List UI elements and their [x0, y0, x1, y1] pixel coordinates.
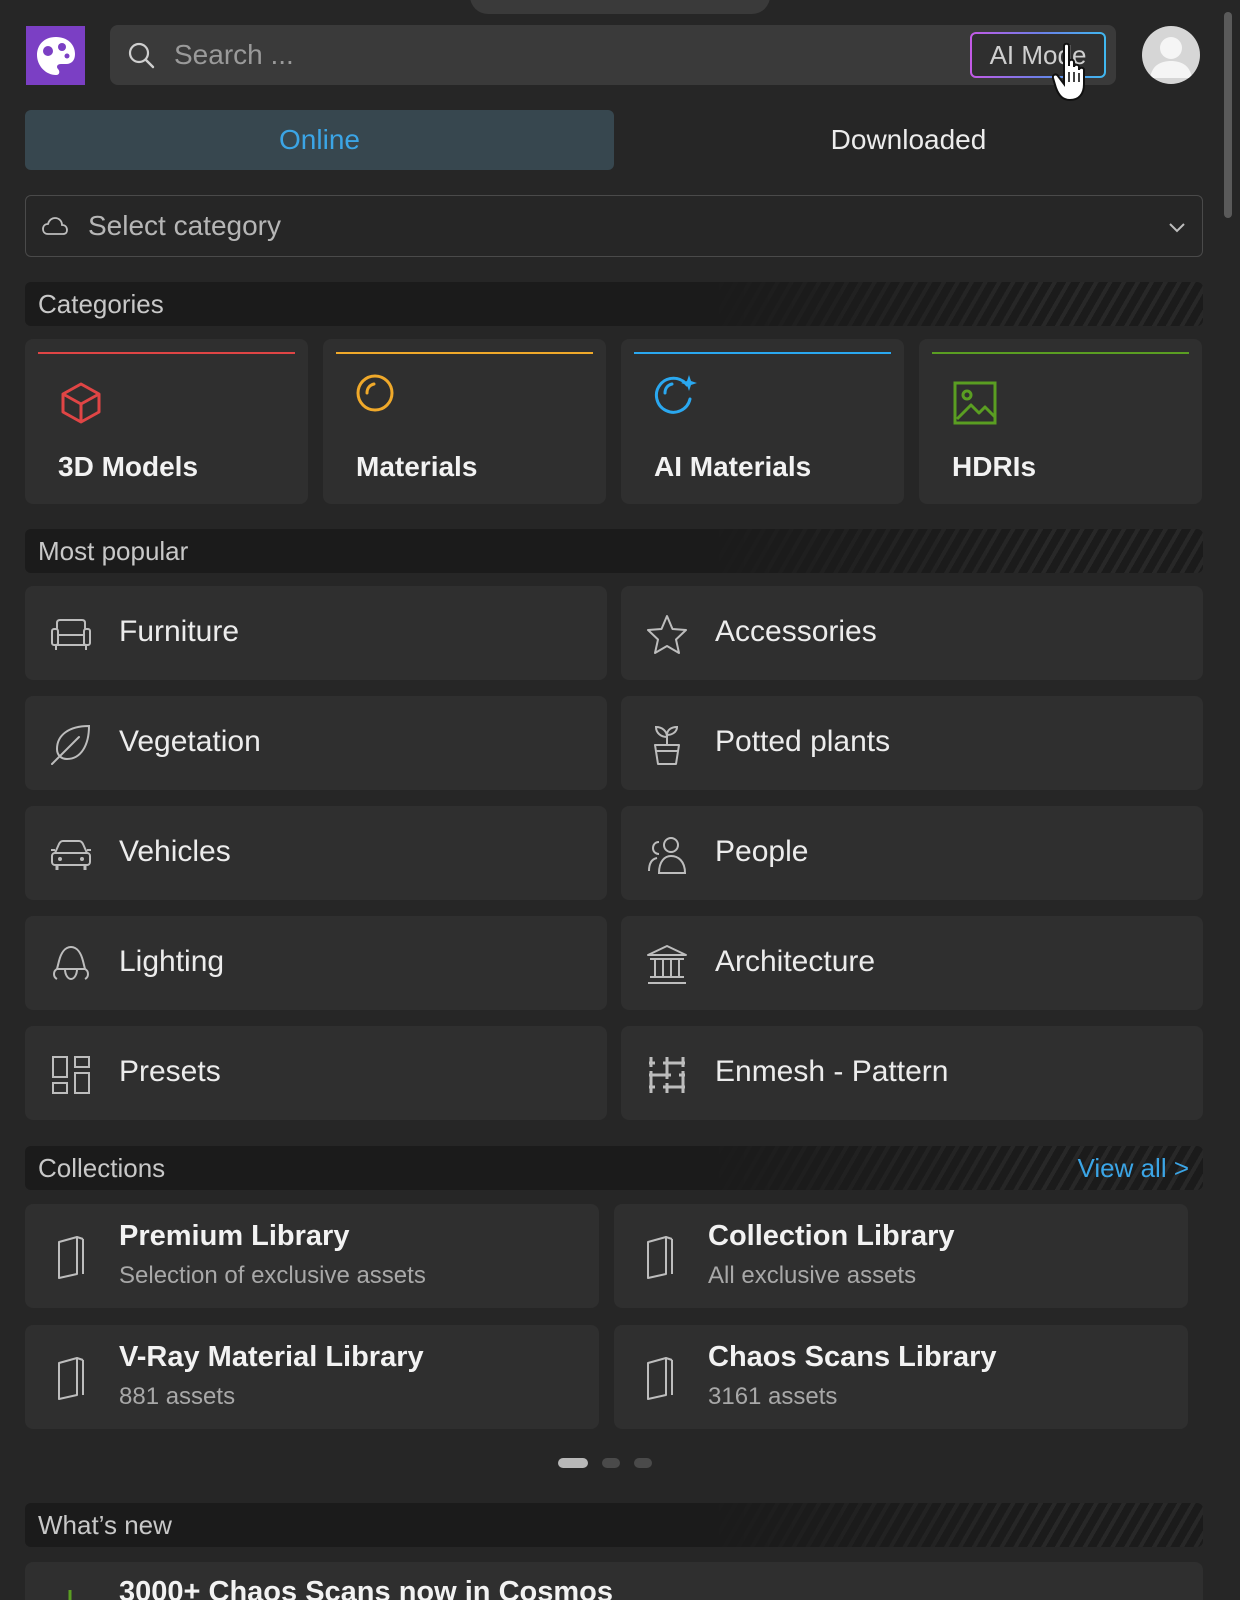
collection-title: Collection Library	[708, 1220, 955, 1252]
image-icon	[953, 381, 997, 425]
palette-logo-icon	[36, 36, 75, 75]
collection-subtitle: Selection of exclusive assets	[119, 1262, 426, 1289]
popular-item-label: Accessories	[715, 615, 877, 648]
search-bar: AI Mode	[110, 25, 1116, 85]
pattern-icon	[649, 1057, 685, 1093]
popular-item-label: Furniture	[119, 615, 240, 648]
book-icon	[58, 1357, 84, 1400]
whats-new-header: What’s new	[25, 1503, 1203, 1547]
book-icon	[647, 1236, 673, 1279]
potted-plant-icon	[654, 725, 680, 765]
collection-card-collection-library[interactable]: Collection Library All exclusive assets	[614, 1204, 1188, 1308]
collection-card-chaos-scans-library[interactable]: Chaos Scans Library 3161 assets	[614, 1325, 1188, 1429]
user-avatar[interactable]	[1142, 26, 1200, 84]
source-tabs: Online Downloaded	[25, 110, 1203, 170]
most-popular-title: Most popular	[38, 536, 189, 566]
category-card-hdris[interactable]: HDRIs	[919, 339, 1202, 504]
popular-item-label: Architecture	[715, 945, 876, 978]
news-item-title: 3000+ Chaos Scans now in Cosmos	[119, 1576, 613, 1600]
popular-item-label: Vegetation	[119, 725, 261, 758]
popular-item-label: People	[715, 835, 809, 868]
popular-item-label: Potted plants	[715, 725, 891, 758]
collection-title: V-Ray Material Library	[119, 1341, 424, 1373]
tab-online[interactable]: Online	[25, 110, 614, 170]
building-icon	[647, 945, 687, 984]
cosmos-logo[interactable]	[26, 26, 85, 85]
collection-subtitle: 3161 assets	[708, 1383, 838, 1410]
category-label: 3D Models	[58, 451, 199, 482]
layout-icon	[52, 1056, 90, 1094]
category-select[interactable]: Select category	[25, 195, 1203, 257]
book-icon	[647, 1357, 673, 1400]
news-item[interactable]: 3000+ Chaos Scans now in Cosmos	[25, 1562, 1203, 1600]
pagination-dot-3[interactable]	[634, 1458, 652, 1468]
popular-item-architecture[interactable]: Architecture	[621, 916, 1203, 1010]
popular-item-potted-plants[interactable]: Potted plants	[621, 696, 1203, 790]
most-popular-header: Most popular	[25, 529, 1203, 573]
lamp-icon	[53, 945, 89, 981]
popular-item-label: Vehicles	[119, 835, 231, 868]
cloud-icon	[42, 217, 68, 235]
categories-header: Categories	[25, 282, 1203, 326]
category-accent-line	[336, 352, 593, 354]
popular-item-accessories[interactable]: Accessories	[621, 586, 1203, 680]
collection-subtitle: 881 assets	[119, 1383, 236, 1410]
people-icon	[648, 837, 687, 874]
scrollbar[interactable]	[1216, 0, 1240, 1600]
category-accent-line	[932, 352, 1189, 354]
collection-card-vray-material-library[interactable]: V-Ray Material Library 881 assets	[25, 1325, 599, 1429]
category-card-ai-materials[interactable]: AI Materials	[621, 339, 904, 504]
star-icon	[647, 615, 687, 654]
category-label: Materials	[356, 451, 478, 482]
cube-icon	[61, 382, 101, 424]
popular-item-presets[interactable]: Presets	[25, 1026, 607, 1120]
car-icon	[51, 840, 91, 870]
popular-item-label: Enmesh - Pattern	[715, 1055, 949, 1088]
popular-item-lighting[interactable]: Lighting	[25, 916, 607, 1010]
popular-item-people[interactable]: People	[621, 806, 1203, 900]
category-card-3d-models[interactable]: 3D Models	[25, 339, 308, 504]
collection-subtitle: All exclusive assets	[708, 1262, 917, 1289]
tab-downloaded[interactable]: Downloaded	[614, 110, 1203, 170]
user-icon	[1150, 37, 1192, 78]
category-label: HDRIs	[952, 451, 1037, 482]
pagination-dot-2[interactable]	[602, 1458, 620, 1468]
category-select-label: Select category	[88, 210, 281, 241]
collection-title: Premium Library	[119, 1220, 350, 1252]
ai-sparkle-icon	[654, 375, 697, 414]
popular-item-vehicles[interactable]: Vehicles	[25, 806, 607, 900]
collection-title: Chaos Scans Library	[708, 1341, 997, 1373]
popular-item-furniture[interactable]: Furniture	[25, 586, 607, 680]
category-accent-line	[38, 352, 295, 354]
popular-item-label: Lighting	[119, 945, 225, 978]
popular-item-vegetation[interactable]: Vegetation	[25, 696, 607, 790]
category-card-materials[interactable]: Materials	[323, 339, 606, 504]
popular-item-label: Presets	[119, 1055, 221, 1088]
search-icon	[128, 42, 155, 69]
material-sphere-icon	[356, 374, 394, 412]
top-drag-tab	[470, 0, 770, 14]
hand-cursor-icon	[1052, 42, 1085, 102]
categories-title: Categories	[38, 289, 164, 319]
news-sparkle-icon	[68, 1590, 72, 1600]
leaf-icon	[51, 724, 91, 765]
collection-card-premium-library[interactable]: Premium Library Selection of exclusive a…	[25, 1204, 599, 1308]
search-input[interactable]	[174, 25, 934, 85]
collections-pagination	[558, 1458, 652, 1468]
chevron-down-icon	[1169, 223, 1185, 233]
sofa-icon	[51, 619, 91, 650]
popular-item-enmesh-pattern[interactable]: Enmesh - Pattern	[621, 1026, 1203, 1120]
category-label: AI Materials	[654, 451, 812, 482]
view-all-link[interactable]: View all >	[1077, 1153, 1189, 1184]
collections-title: Collections	[38, 1153, 166, 1183]
category-accent-line	[634, 352, 891, 354]
whats-new-title: What’s new	[38, 1510, 172, 1540]
collections-header: Collections View all >	[25, 1146, 1203, 1190]
pagination-dot-1[interactable]	[558, 1458, 588, 1468]
scrollbar-thumb[interactable]	[1224, 12, 1232, 218]
book-icon	[58, 1236, 84, 1279]
